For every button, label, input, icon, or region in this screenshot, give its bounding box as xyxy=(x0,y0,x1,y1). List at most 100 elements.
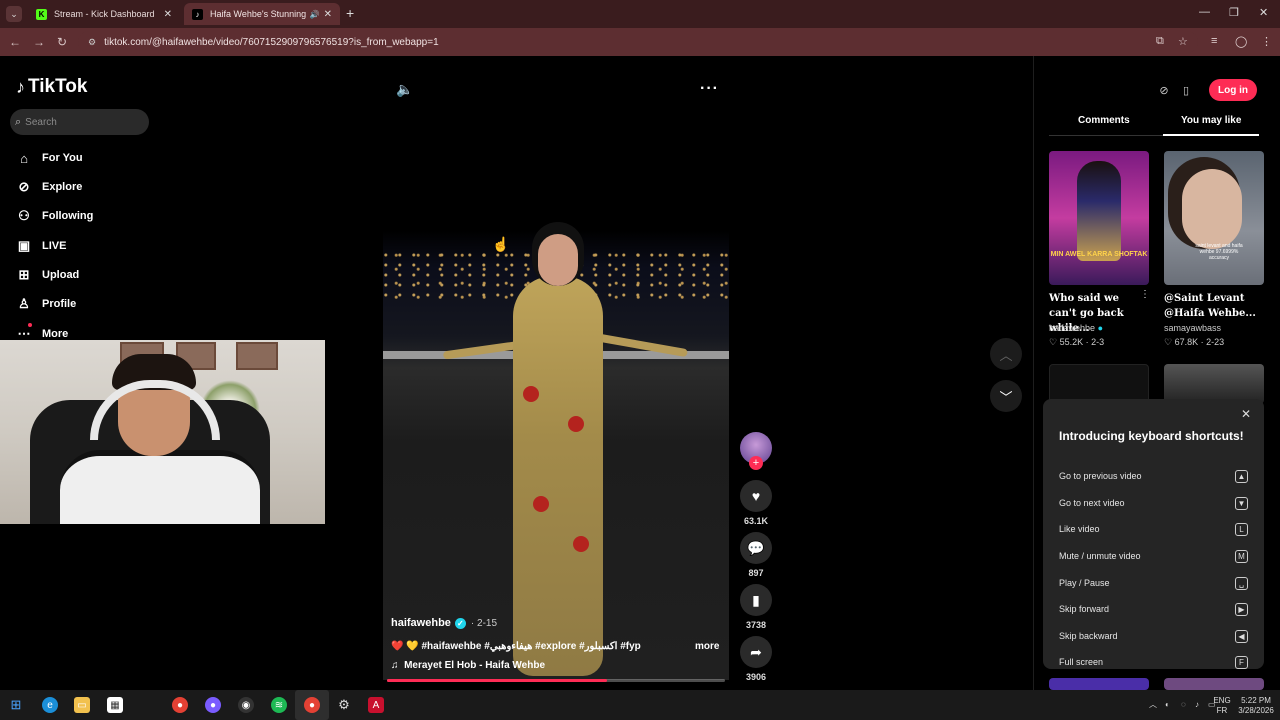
browser-tab-kick[interactable]: K Stream - Kick Dashboard ✕ xyxy=(28,3,180,25)
comment-count: 897 xyxy=(748,568,764,578)
shortcut-key-icon: ◀ xyxy=(1235,629,1248,643)
nav-item-profile[interactable]: ♙ Profile xyxy=(16,293,76,315)
chrome-icon[interactable]: ● xyxy=(304,697,320,713)
video-user[interactable]: samayawbass xyxy=(1164,323,1221,333)
back-icon[interactable]: ← xyxy=(9,35,21,49)
volume-icon[interactable]: ♪ xyxy=(1195,700,1199,710)
language-indicator[interactable]: ENG FR xyxy=(1212,696,1232,716)
video-user[interactable]: haifawehbe ● xyxy=(1049,323,1103,333)
clock-time: 5:22 PM xyxy=(1241,696,1271,705)
nav-item-live[interactable]: ▣ LIVE xyxy=(16,235,67,257)
file-explorer-icon[interactable]: ▭ xyxy=(74,697,90,713)
bookmark-star-icon[interactable]: ☆ xyxy=(1178,35,1188,48)
live-icon: ▣ xyxy=(17,238,31,253)
webcam-overlay xyxy=(0,340,325,524)
nav-item-upload[interactable]: ⊞ Upload xyxy=(16,264,80,286)
tab-you-may-like[interactable]: You may like xyxy=(1181,115,1241,126)
forward-icon[interactable]: → xyxy=(33,35,45,49)
shortcut-row: Skip backward ◀ xyxy=(1059,627,1248,645)
nav-item-explore[interactable]: ⊘ Explore xyxy=(16,176,83,198)
more-options-icon[interactable]: ··· xyxy=(700,80,719,98)
browser-toolbar: ← → ↻ ⚙ tiktok.com/@haifawehbe/video/760… xyxy=(0,28,1280,56)
spotify-icon[interactable]: ≋ xyxy=(271,697,287,713)
media-control-icon[interactable]: ≡ xyxy=(1211,35,1217,47)
woman-head xyxy=(538,234,578,286)
app-icon[interactable]: A xyxy=(368,697,384,713)
video-progress-bar[interactable] xyxy=(387,679,725,682)
tiktok-logo[interactable]: ♪ TikTok xyxy=(16,76,87,98)
post-date: · 2-15 xyxy=(470,617,498,629)
clock[interactable]: 5:22 PM 3/28/2026 xyxy=(1234,696,1278,716)
compass-icon[interactable]: ⊘ xyxy=(1156,82,1172,98)
language-top: ENG xyxy=(1213,696,1231,705)
video-player[interactable] xyxy=(383,56,729,680)
video-likes: 67.8K xyxy=(1174,337,1199,347)
headphones xyxy=(90,380,220,440)
chrome-icon[interactable]: ● xyxy=(172,697,188,713)
caption-more-button[interactable]: more xyxy=(695,641,719,652)
like-button[interactable]: ♥ xyxy=(740,480,772,512)
video-thumbnail[interactable] xyxy=(1164,364,1264,404)
phone-icon[interactable]: ▯ xyxy=(1178,82,1194,98)
new-tab-button[interactable]: + xyxy=(346,5,354,21)
tray-chevron-icon[interactable]: ︿ xyxy=(1149,700,1157,710)
video-stats: ♡ 55.2K · 2-3 xyxy=(1049,337,1105,347)
discord-icon[interactable]: ◐ xyxy=(1165,700,1170,710)
video-music[interactable]: ♫ Merayet El Hob - Haifa Wehbe xyxy=(391,660,545,671)
author-name[interactable]: haifawehbe xyxy=(391,617,451,629)
save-button[interactable]: ▮ xyxy=(740,584,772,616)
menu-icon[interactable]: ⋮ xyxy=(1261,35,1272,48)
volume-icon[interactable]: 🔈 xyxy=(396,81,413,98)
previous-video-button[interactable]: ︿ xyxy=(990,338,1022,370)
streamer-jacket xyxy=(60,450,260,524)
account-icon[interactable]: ◯ xyxy=(1235,35,1247,48)
tab-comments[interactable]: Comments xyxy=(1078,115,1130,126)
nav-label: LIVE xyxy=(42,240,67,252)
edge-icon[interactable]: e xyxy=(42,697,58,713)
video-title[interactable]: @Saint Levant @Haifa Wehbe... xyxy=(1164,291,1264,321)
site-info-icon[interactable]: ⚙ xyxy=(88,37,96,48)
follow-plus-icon[interactable]: + xyxy=(749,456,763,470)
video-thumbnail[interactable] xyxy=(1049,364,1149,404)
close-icon[interactable]: ✕ xyxy=(324,9,332,20)
nav-item-for-you[interactable]: ⌂ For You xyxy=(16,147,83,169)
video-caption[interactable]: ❤️ 💛 #haifawehbe #هيفاءوهبي #explore #اك… xyxy=(391,641,641,652)
bookmark-icon: ▮ xyxy=(752,591,760,608)
store-icon[interactable]: ▦ xyxy=(107,697,123,713)
creator-avatar[interactable]: + xyxy=(740,432,772,470)
window-close-icon[interactable]: ✕ xyxy=(1259,6,1268,19)
obs-icon[interactable]: ◉ xyxy=(238,697,254,713)
next-video-button[interactable]: ﹀ xyxy=(990,380,1022,412)
address-bar[interactable]: ⚙ tiktok.com/@haifawehbe/video/760715290… xyxy=(78,31,1198,53)
popup-title: Introducing keyboard shortcuts! xyxy=(1059,429,1244,443)
network-icon[interactable]: ◌ xyxy=(1181,700,1186,710)
shortcut-row: Mute / unmute video M xyxy=(1059,547,1248,565)
windows-start-icon[interactable]: ⊞ xyxy=(8,697,24,713)
close-icon[interactable]: ✕ xyxy=(1241,407,1251,421)
video-thumbnail[interactable] xyxy=(1164,678,1264,690)
video-author[interactable]: haifawehbe ✓ · 2-15 xyxy=(391,617,497,629)
tab-search-button[interactable]: ⌄ xyxy=(6,6,22,22)
restore-icon[interactable]: ❐ xyxy=(1229,6,1239,19)
video-thumbnail[interactable]: saint levant and haifa wehbe 97.6999% ac… xyxy=(1164,151,1264,285)
comment-button[interactable]: 💬 xyxy=(740,532,772,564)
settings-gear-icon[interactable]: ⚙ xyxy=(336,697,352,713)
minimize-icon[interactable]: — xyxy=(1199,6,1210,18)
share-button[interactable]: ➦ xyxy=(740,636,772,668)
login-button[interactable]: Log in xyxy=(1209,79,1257,101)
reload-icon[interactable]: ↻ xyxy=(57,35,67,49)
install-app-icon[interactable]: ⧉ xyxy=(1156,35,1164,48)
nav-item-following[interactable]: ⚇ Following xyxy=(16,205,93,227)
like-count: 63.1K xyxy=(743,516,769,526)
search-input[interactable]: ⌕ Search xyxy=(10,109,149,135)
tab-title: Stream - Kick Dashboard xyxy=(54,9,155,19)
chrome-profile-icon[interactable]: ● xyxy=(205,697,221,713)
video-thumbnail[interactable] xyxy=(1049,678,1149,690)
speaker-icon[interactable]: 🔊 xyxy=(310,10,320,19)
shortcut-key-icon: ▼ xyxy=(1235,496,1248,510)
nav-label: For You xyxy=(42,152,83,164)
video-thumbnail[interactable]: MIN AWEL KARRA SHOFTAK xyxy=(1049,151,1149,285)
browser-tab-tiktok[interactable]: ♪ Haifa Wehbe's Stunning 20 🔊 ✕ xyxy=(184,3,340,25)
close-icon[interactable]: ✕ xyxy=(164,9,172,20)
clock-date: 3/28/2026 xyxy=(1238,706,1274,715)
